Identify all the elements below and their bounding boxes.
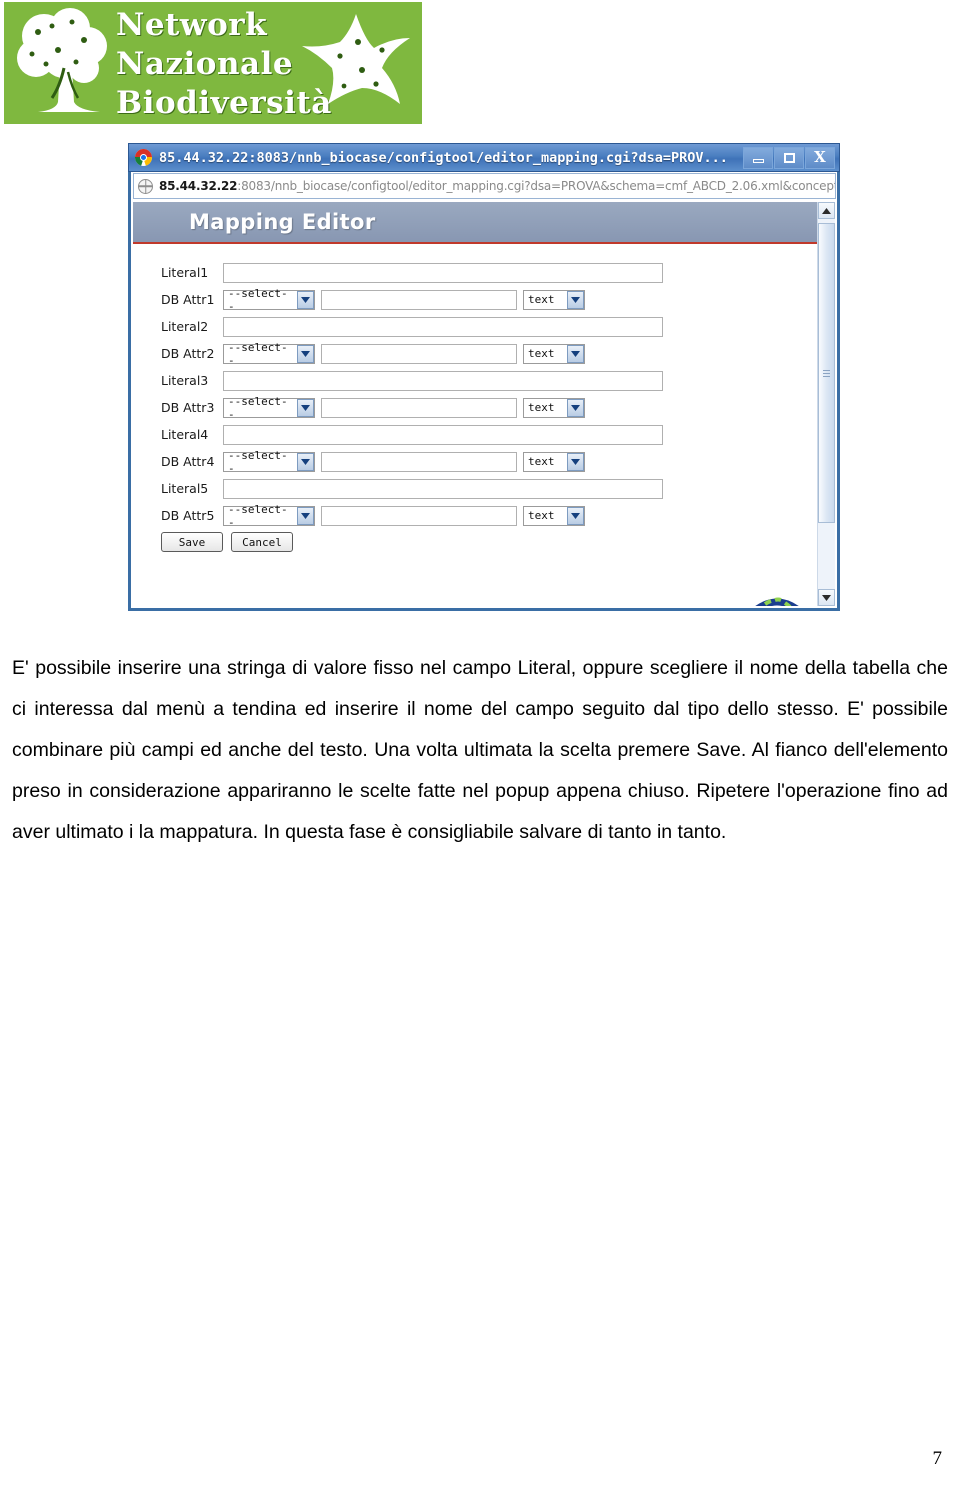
form-actions: Save Cancel <box>161 532 835 552</box>
body-paragraph: E' possibile inserire una stringa di val… <box>12 656 948 843</box>
db-attr-select-4[interactable]: --select-- <box>223 448 315 475</box>
chrome-icon <box>135 149 152 166</box>
db-attr-select-2[interactable]: --select-- <box>223 340 315 367</box>
type-select-value-2: text <box>528 347 555 360</box>
starfish-icon <box>302 14 410 104</box>
cancel-button[interactable]: Cancel <box>231 532 293 552</box>
literal-row-4: Literal4 <box>161 424 835 445</box>
type-select-1[interactable]: text <box>523 289 585 310</box>
literal-row-2: Literal2 <box>161 316 835 337</box>
browser-viewport: Mapping Editor Literal1 DB Attr1 --selec… <box>133 202 835 606</box>
scrollbar-track[interactable] <box>818 219 835 589</box>
type-select-value-4: text <box>528 455 555 468</box>
close-button[interactable]: X <box>805 146 835 169</box>
scrollbar-grip-icon <box>823 369 830 377</box>
attr-label-3: DB Attr3 <box>161 400 215 415</box>
db-attr-select-5[interactable]: --select-- <box>223 502 315 529</box>
chevron-down-icon <box>567 506 584 525</box>
url-host: 85.44.32.22 <box>159 179 238 193</box>
literal-label-3: Literal3 <box>161 373 209 388</box>
tree-icon <box>17 8 107 112</box>
db-attr-select-value-1: --select-- <box>228 286 288 313</box>
literal-label-2: Literal2 <box>161 319 209 334</box>
globe-icon <box>138 178 153 194</box>
url-path: :8083/nnb_biocase/configtool/editor_mapp… <box>237 179 836 193</box>
address-bar[interactable]: 85.44.32.22:8083/nnb_biocase/configtool/… <box>133 173 836 199</box>
scroll-up-button[interactable] <box>818 202 835 219</box>
attr-label-5: DB Attr5 <box>161 508 215 523</box>
chevron-down-icon <box>297 506 314 525</box>
attr-label-2: DB Attr2 <box>161 346 215 361</box>
minimize-button[interactable] <box>743 146 773 169</box>
db-attr-input-3[interactable] <box>321 397 517 418</box>
attr-label-4: DB Attr4 <box>161 454 215 469</box>
db-attr-select-value-2: --select-- <box>228 340 288 367</box>
attr-row-5: DB Attr5 --select-- text <box>161 502 835 529</box>
chevron-down-icon <box>567 452 584 471</box>
window-controls: X <box>743 146 835 169</box>
literal-input-2[interactable] <box>223 316 663 337</box>
type-select-3[interactable]: text <box>523 397 585 418</box>
db-attr-input-5[interactable] <box>321 505 517 526</box>
chevron-down-icon <box>297 290 314 309</box>
db-attr-select-1[interactable]: --select-- <box>223 286 315 313</box>
literal-input-4[interactable] <box>223 424 663 445</box>
db-attr-select-value-3: --select-- <box>228 394 288 421</box>
maximize-button[interactable] <box>774 146 804 169</box>
type-select-value-3: text <box>528 401 555 414</box>
mapping-form: Literal1 DB Attr1 --select-- text Litera… <box>133 244 835 552</box>
db-attr-input-4[interactable] <box>321 451 517 472</box>
db-attr-select-3[interactable]: --select-- <box>223 394 315 421</box>
attr-row-3: DB Attr3 --select-- text <box>161 394 835 421</box>
literal-input-5[interactable] <box>223 478 663 499</box>
page-header: Mapping Editor <box>133 202 835 244</box>
type-select-value-1: text <box>528 293 555 306</box>
window-title: 85.44.32.22:8083/nnb_biocase/configtool/… <box>159 149 728 166</box>
chevron-down-icon <box>567 290 584 309</box>
literal-label-4: Literal4 <box>161 427 209 442</box>
chevron-down-icon <box>567 344 584 363</box>
attr-label-1: DB Attr1 <box>161 292 215 307</box>
db-attr-select-value-4: --select-- <box>228 448 288 475</box>
literal-row-5: Literal5 <box>161 478 835 499</box>
attr-row-1: DB Attr1 --select-- text <box>161 286 835 313</box>
browser-title-bar[interactable]: 85.44.32.22:8083/nnb_biocase/configtool/… <box>128 143 840 172</box>
type-select-value-5: text <box>528 509 555 522</box>
scroll-down-button[interactable] <box>818 589 835 606</box>
type-select-5[interactable]: text <box>523 505 585 526</box>
literal-input-3[interactable] <box>223 370 663 391</box>
literal-label-1: Literal1 <box>161 265 209 280</box>
page-number: 7 <box>932 1448 943 1469</box>
logo-banner: Network Nazionale Biodiversità <box>4 2 422 124</box>
save-button[interactable]: Save <box>161 532 223 552</box>
db-attr-input-1[interactable] <box>321 289 517 310</box>
address-bar-text: 85.44.32.22:8083/nnb_biocase/configtool/… <box>159 179 836 193</box>
literal-label-5: Literal5 <box>161 481 209 496</box>
literal-row-1: Literal1 <box>161 262 835 283</box>
browser-window: 85.44.32.22:8083/nnb_biocase/configtool/… <box>128 143 840 611</box>
type-select-2[interactable]: text <box>523 343 585 364</box>
page-title: Mapping Editor <box>189 210 376 234</box>
db-attr-select-value-5: --select-- <box>228 502 288 529</box>
attr-row-4: DB Attr4 --select-- text <box>161 448 835 475</box>
vertical-scrollbar[interactable] <box>817 202 835 606</box>
chevron-down-icon <box>297 344 314 363</box>
chevron-down-icon <box>297 452 314 471</box>
literal-row-3: Literal3 <box>161 370 835 391</box>
chevron-down-icon <box>567 398 584 417</box>
attr-row-2: DB Attr2 --select-- text <box>161 340 835 367</box>
db-attr-input-2[interactable] <box>321 343 517 364</box>
loading-arc-icon <box>749 593 805 606</box>
close-icon: X <box>814 148 826 166</box>
scrollbar-thumb[interactable] <box>818 223 835 523</box>
chevron-down-icon <box>297 398 314 417</box>
type-select-4[interactable]: text <box>523 451 585 472</box>
literal-input-1[interactable] <box>223 262 663 283</box>
